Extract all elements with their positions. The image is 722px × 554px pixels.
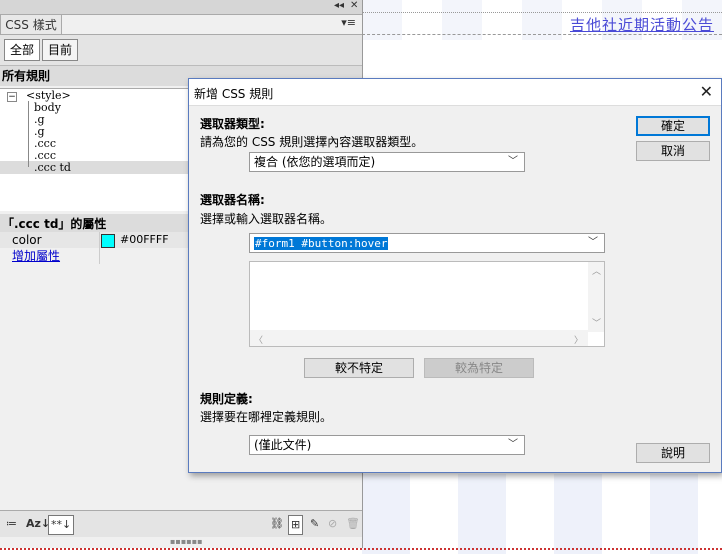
collapse-icon[interactable]: ◂◂ xyxy=(334,0,344,11)
cancel-button[interactable]: 取消 xyxy=(636,141,710,161)
category-view-icon[interactable]: ≔ xyxy=(6,515,17,533)
new-rule-icon[interactable]: ⊞ xyxy=(288,515,304,535)
rule-definition-select[interactable]: (僅此文件) ﹀ xyxy=(249,435,525,455)
design-pattern-bottom xyxy=(362,474,722,554)
attach-stylesheet-icon[interactable]: ⛓ xyxy=(270,515,284,533)
page-link[interactable]: 吉他社近期活動公告 xyxy=(570,14,714,35)
rule-definition-hint: 選擇要在哪裡定義規則。 xyxy=(200,410,333,424)
selector-name-combo[interactable]: #form1 #button:hover ﹀ xyxy=(249,233,605,253)
close-icon[interactable]: ✕ xyxy=(700,82,713,101)
sort-az-icon[interactable]: Az↓ xyxy=(26,515,50,533)
collapse-tree-icon[interactable]: − xyxy=(7,92,17,102)
mode-toggle: 全部 目前 xyxy=(0,34,362,66)
delete-rule-icon[interactable]: 🗑 xyxy=(346,515,360,533)
design-border-line xyxy=(0,548,722,550)
ok-button[interactable]: 確定 xyxy=(636,116,710,136)
add-property-link[interactable]: 增加屬性 xyxy=(12,248,60,264)
property-name: color xyxy=(12,233,42,247)
tree-connector xyxy=(28,101,29,167)
show-set-icon[interactable]: **↓ xyxy=(48,515,75,535)
chevron-down-icon: ﹀ xyxy=(508,439,518,450)
disable-rule-icon[interactable]: ⊘ xyxy=(328,515,337,533)
edit-rule-icon[interactable]: ✎ xyxy=(310,515,319,533)
selector-type-value: 複合 (依您的選項而定) xyxy=(254,155,376,169)
selector-name-input[interactable]: #form1 #button:hover xyxy=(254,237,389,250)
selector-name-hint: 選擇或輸入選取器名稱。 xyxy=(200,212,333,226)
rule-definition-label: 規則定義: xyxy=(200,392,253,406)
panel-titlebar: ◂◂ ✕ xyxy=(0,0,362,15)
scroll-down-icon[interactable]: ﹀ xyxy=(592,316,601,329)
help-button[interactable]: 說明 xyxy=(636,443,710,463)
rule-definition-value: (僅此文件) xyxy=(254,438,312,452)
more-specific-button[interactable]: 較為特定 xyxy=(424,358,534,378)
scroll-right-icon[interactable]: 〉 xyxy=(574,333,583,346)
all-mode-button[interactable]: 全部 xyxy=(4,39,41,61)
scroll-left-icon[interactable]: 〈 xyxy=(254,333,263,346)
resize-grip[interactable]: ▪▪▪▪▪▪ xyxy=(170,537,203,546)
selector-type-select[interactable]: 複合 (依您的選項而定) ﹀ xyxy=(249,152,525,172)
vertical-scrollbar[interactable]: ︿ ﹀ xyxy=(588,262,604,332)
chevron-down-icon: ﹀ xyxy=(508,156,518,167)
new-css-rule-dialog: 新增 CSS 規則 ✕ 選取器類型: 請為您的 CSS 規則選擇內容選取器類型。… xyxy=(188,78,722,473)
current-mode-button[interactable]: 目前 xyxy=(42,39,79,61)
less-specific-button[interactable]: 較不特定 xyxy=(304,358,414,378)
scroll-up-icon[interactable]: ︿ xyxy=(592,264,601,277)
color-swatch[interactable] xyxy=(101,234,115,248)
horizontal-scrollbar[interactable]: 〈 〉 xyxy=(250,330,588,346)
close-icon[interactable]: ✕ xyxy=(350,0,358,11)
dialog-titlebar: 新增 CSS 規則 ✕ xyxy=(189,79,721,106)
selector-name-label: 選取器名稱: xyxy=(200,193,265,207)
dialog-title: 新增 CSS 規則 xyxy=(194,87,274,101)
column-divider xyxy=(99,232,100,264)
design-guide-line xyxy=(362,12,722,13)
tree-item-selected[interactable]: .ccc td xyxy=(34,162,71,174)
property-value[interactable]: #00FFFF xyxy=(120,232,169,248)
selector-type-label: 選取器類型: xyxy=(200,117,265,131)
selector-type-hint: 請為您的 CSS 規則選擇內容選取器類型。 xyxy=(200,135,424,149)
tab-css-styles[interactable]: CSS 樣式 xyxy=(0,14,62,35)
panel-menu-icon[interactable]: ▾≡ xyxy=(341,16,356,29)
selector-description-box: ︿ ﹀ 〈 〉 xyxy=(249,261,605,347)
panel-footer: ≔ Az↓ **↓ ⛓ ⊞ ✎ ⊘ 🗑 xyxy=(0,510,362,537)
chevron-down-icon[interactable]: ﹀ xyxy=(588,234,598,252)
